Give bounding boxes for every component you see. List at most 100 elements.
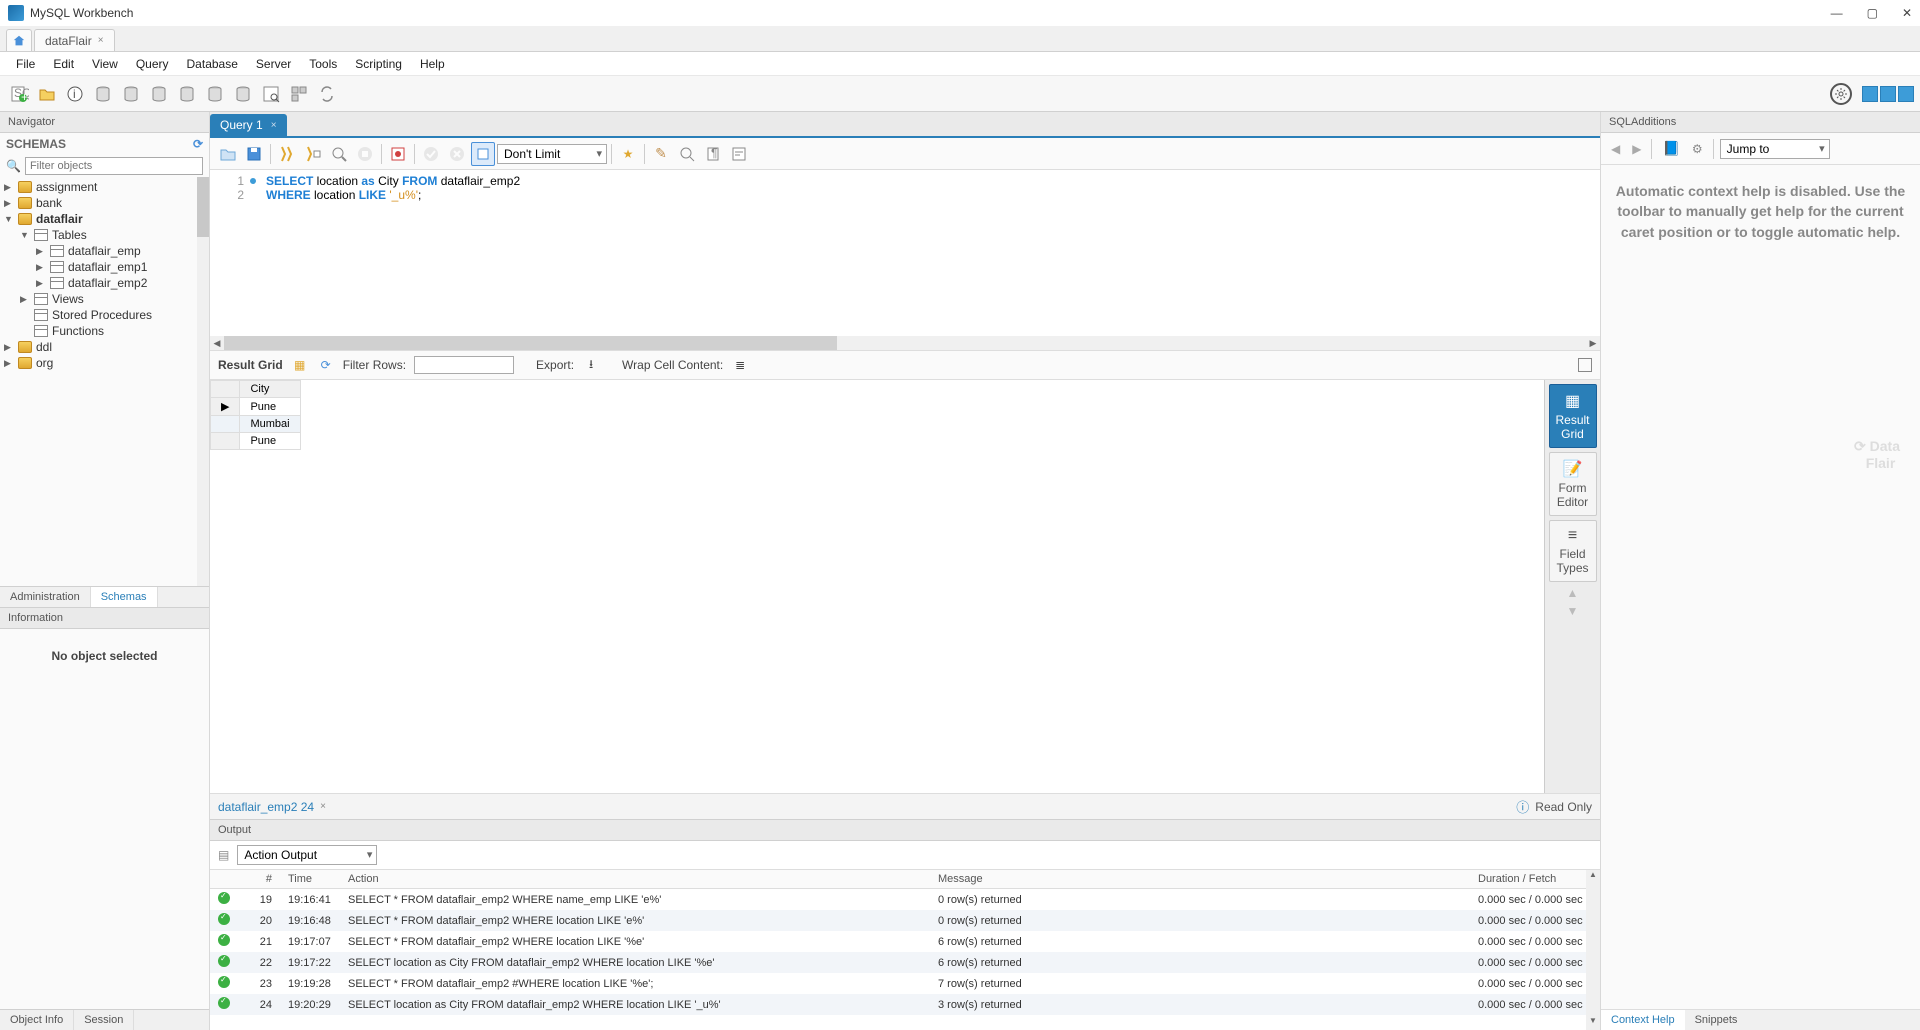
tab-session[interactable]: Session bbox=[74, 1010, 134, 1030]
zoom-icon[interactable] bbox=[675, 142, 699, 166]
help-icon[interactable]: 📘 bbox=[1658, 140, 1683, 157]
tab-schemas[interactable]: Schemas bbox=[91, 587, 158, 607]
execute-icon[interactable] bbox=[275, 142, 299, 166]
maximize-icon[interactable]: ▢ bbox=[1867, 6, 1878, 20]
close-icon[interactable]: ✕ bbox=[1902, 6, 1912, 20]
nav-fwd-icon[interactable]: ▶ bbox=[1628, 142, 1645, 156]
refresh-grid-icon[interactable]: ⟳ bbox=[317, 356, 335, 374]
schema-tree[interactable]: ▶assignment ▶bank ▼dataflair ▼Tables ▶da… bbox=[0, 177, 209, 586]
toggle-whitespace-icon[interactable] bbox=[471, 142, 495, 166]
query-tab-1[interactable]: Query 1 × bbox=[210, 114, 287, 136]
explain-icon[interactable] bbox=[327, 142, 351, 166]
save-file-icon[interactable] bbox=[242, 142, 266, 166]
menu-database[interactable]: Database bbox=[179, 55, 246, 73]
tree-node-assignment[interactable]: ▶assignment bbox=[0, 179, 209, 195]
beautify-icon[interactable]: ★ bbox=[616, 142, 640, 166]
menu-server[interactable]: Server bbox=[248, 55, 299, 73]
toggle-invisible-icon[interactable]: ¶ bbox=[701, 142, 725, 166]
db-icon-5[interactable] bbox=[202, 81, 228, 107]
export-icon[interactable]: ⭳ bbox=[582, 356, 600, 374]
db-icon-1[interactable] bbox=[90, 81, 116, 107]
wrap-icon[interactable] bbox=[727, 142, 751, 166]
close-tab-icon[interactable]: × bbox=[98, 35, 104, 46]
side-tab-up-icon[interactable]: ▲ bbox=[1567, 586, 1579, 600]
col-city[interactable]: City bbox=[240, 381, 300, 398]
side-tab-field-types[interactable]: ≡Field Types bbox=[1549, 520, 1597, 582]
tree-node-dataflair[interactable]: ▼dataflair bbox=[0, 211, 209, 227]
output-table[interactable]: # Time Action Message Duration / Fetch 1… bbox=[210, 870, 1600, 1030]
menu-tools[interactable]: Tools bbox=[301, 55, 345, 73]
new-sql-tab-icon[interactable]: SQL+ bbox=[6, 81, 32, 107]
menu-file[interactable]: File bbox=[8, 55, 43, 73]
tree-node-tables[interactable]: ▼Tables bbox=[0, 227, 209, 243]
output-list-icon[interactable]: ▤ bbox=[218, 848, 229, 862]
toggle-bottom-panel[interactable] bbox=[1880, 86, 1896, 102]
menu-help[interactable]: Help bbox=[412, 55, 453, 73]
tree-node-bank[interactable]: ▶bank bbox=[0, 195, 209, 211]
side-tab-form-editor[interactable]: 📝Form Editor bbox=[1549, 452, 1597, 516]
db-icon-2[interactable] bbox=[118, 81, 144, 107]
tree-scrollbar[interactable] bbox=[197, 177, 209, 586]
side-tab-down-icon[interactable]: ▼ bbox=[1567, 604, 1579, 618]
toggle-left-panel[interactable] bbox=[1862, 86, 1878, 102]
col-num[interactable]: # bbox=[240, 870, 280, 889]
tab-object-info[interactable]: Object Info bbox=[0, 1010, 74, 1030]
col-time[interactable]: Time bbox=[280, 870, 340, 889]
db-icon-4[interactable] bbox=[174, 81, 200, 107]
connection-tab[interactable]: dataFlair × bbox=[34, 29, 115, 51]
close-result-tab-icon[interactable]: × bbox=[320, 801, 326, 812]
toggle-right-panel[interactable] bbox=[1898, 86, 1914, 102]
sql-editor[interactable]: 1 SELECT location as City FROM dataflair… bbox=[210, 170, 1600, 350]
pin-icon[interactable] bbox=[1578, 358, 1592, 372]
find-icon[interactable]: ✎ bbox=[649, 142, 673, 166]
menu-query[interactable]: Query bbox=[128, 55, 177, 73]
tab-administration[interactable]: Administration bbox=[0, 587, 91, 607]
grid-view-icon[interactable]: ▦ bbox=[291, 356, 309, 374]
minimize-icon[interactable]: — bbox=[1831, 6, 1843, 20]
limit-selector[interactable]: Don't Limit bbox=[497, 144, 607, 164]
db-icon-6[interactable] bbox=[230, 81, 256, 107]
search-table-icon[interactable] bbox=[258, 81, 284, 107]
result-grid[interactable]: City ▶Pune Mumbai Pune bbox=[210, 380, 1544, 793]
menu-scripting[interactable]: Scripting bbox=[347, 55, 410, 73]
open-sql-file-icon[interactable] bbox=[34, 81, 60, 107]
col-duration[interactable]: Duration / Fetch bbox=[1470, 870, 1600, 889]
stop-icon[interactable] bbox=[353, 142, 377, 166]
nav-back-icon[interactable]: ◀ bbox=[1607, 142, 1624, 156]
col-message[interactable]: Message bbox=[930, 870, 1470, 889]
open-file-icon[interactable] bbox=[216, 142, 240, 166]
result-tab-label[interactable]: dataflair_emp2 24 bbox=[218, 800, 314, 814]
tree-node-table-emp[interactable]: ▶dataflair_emp bbox=[0, 243, 209, 259]
tree-node-sp[interactable]: Stored Procedures bbox=[0, 307, 209, 323]
tree-node-ddl[interactable]: ▶ddl bbox=[0, 339, 209, 355]
tab-context-help[interactable]: Context Help bbox=[1601, 1010, 1685, 1030]
commit-icon[interactable] bbox=[419, 142, 443, 166]
refresh-schemas-icon[interactable]: ⟳ bbox=[193, 137, 203, 151]
rollback-icon[interactable] bbox=[445, 142, 469, 166]
settings-gear-icon[interactable] bbox=[1830, 83, 1852, 105]
reconnect-icon[interactable] bbox=[314, 81, 340, 107]
tree-node-org[interactable]: ▶org bbox=[0, 355, 209, 371]
tree-node-table-emp2[interactable]: ▶dataflair_emp2 bbox=[0, 275, 209, 291]
dashboard-icon[interactable] bbox=[286, 81, 312, 107]
execute-current-icon[interactable] bbox=[301, 142, 325, 166]
home-button[interactable] bbox=[6, 29, 32, 51]
menu-view[interactable]: View bbox=[84, 55, 126, 73]
wrap-cell-icon[interactable]: ≣ bbox=[731, 356, 749, 374]
jump-to-selector[interactable]: Jump to bbox=[1720, 139, 1830, 159]
output-v-scrollbar[interactable]: ▲▼ bbox=[1586, 870, 1600, 1030]
editor-h-scrollbar[interactable]: ◀▶ bbox=[210, 336, 1600, 350]
tree-node-views[interactable]: ▶Views bbox=[0, 291, 209, 307]
col-action[interactable]: Action bbox=[340, 870, 930, 889]
auto-help-icon[interactable]: ⚙ bbox=[1688, 142, 1707, 156]
toggle-autocommit-icon[interactable] bbox=[386, 142, 410, 166]
tree-node-fn[interactable]: Functions bbox=[0, 323, 209, 339]
output-type-selector[interactable]: Action Output bbox=[237, 845, 377, 865]
schema-filter-input[interactable] bbox=[25, 157, 203, 175]
tree-node-table-emp1[interactable]: ▶dataflair_emp1 bbox=[0, 259, 209, 275]
tab-snippets[interactable]: Snippets bbox=[1685, 1010, 1748, 1030]
inspector-icon[interactable]: i bbox=[62, 81, 88, 107]
filter-rows-input[interactable] bbox=[414, 356, 514, 374]
menu-edit[interactable]: Edit bbox=[45, 55, 82, 73]
close-query-tab-icon[interactable]: × bbox=[271, 120, 277, 131]
